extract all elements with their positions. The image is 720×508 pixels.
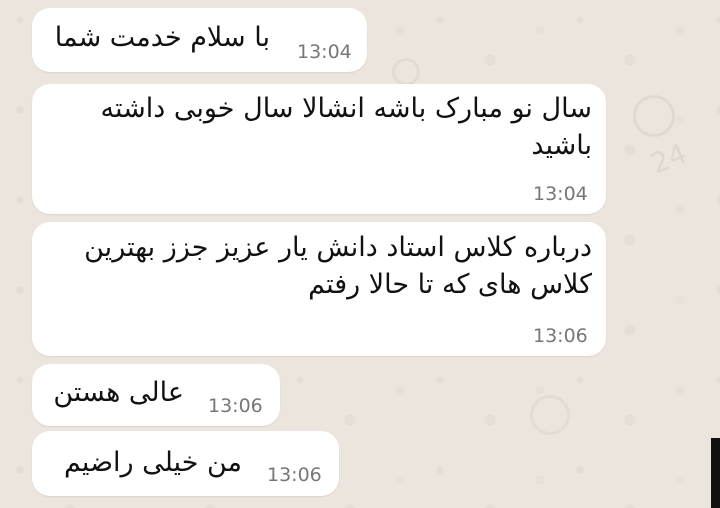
message-time-2: 13:04 bbox=[533, 183, 588, 205]
message-time-3: 13:06 bbox=[533, 325, 588, 347]
message-text-2: سال نو مبارک باشه انشالا سال خوبی داشته … bbox=[91, 93, 592, 161]
message-time-5: 13:06 bbox=[267, 464, 322, 486]
screen-edge-artifact bbox=[711, 438, 720, 508]
background-doodle-circle-small bbox=[392, 58, 420, 86]
message-bubble-2[interactable]: سال نو مبارک باشه انشالا سال خوبی داشته … bbox=[32, 84, 606, 214]
message-text-4: عالی هستن bbox=[53, 377, 184, 408]
message-bubble-5[interactable]: من خیلی راضیم 13:06 bbox=[32, 431, 339, 496]
message-bubble-4[interactable]: عالی هستن 13:06 bbox=[32, 364, 280, 426]
message-bubble-1[interactable]: با سلام خدمت شما 13:04 bbox=[32, 8, 367, 72]
background-doodle-circle-bottom bbox=[530, 395, 570, 435]
message-text-5: من خیلی راضیم bbox=[63, 447, 242, 478]
message-text-3: درباره کلاس استاد دانش یار عزیز جزز بهتر… bbox=[75, 232, 592, 300]
background-doodle-circle bbox=[633, 95, 675, 137]
message-time-4: 13:06 bbox=[208, 395, 263, 417]
message-time-1: 13:04 bbox=[297, 41, 352, 63]
message-text-1: با سلام خدمت شما bbox=[54, 22, 270, 53]
message-bubble-3[interactable]: درباره کلاس استاد دانش یار عزیز جزز بهتر… bbox=[32, 222, 606, 356]
